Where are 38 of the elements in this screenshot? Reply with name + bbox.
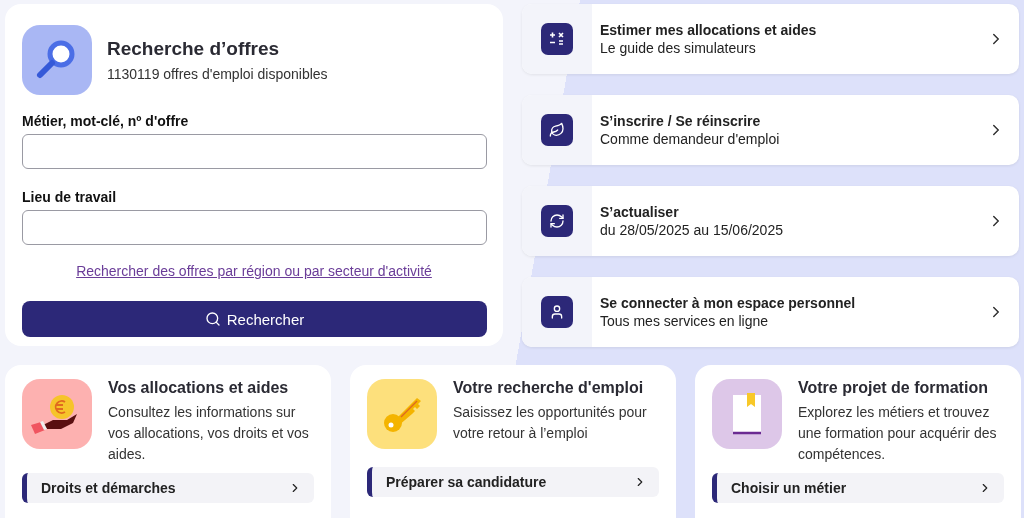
shortcut-title: S’actualiser xyxy=(600,204,680,220)
shortcut-subtitle: du 28/05/2025 au 15/06/2025 xyxy=(600,222,784,238)
shortcut-title: Se connecter à mon espace personnel xyxy=(600,295,857,311)
book-icon xyxy=(712,379,782,449)
calculator-icon xyxy=(549,31,565,47)
shortcut-subtitle: Comme demandeur d'emploi xyxy=(600,131,781,147)
shortcut-card[interactable]: S’inscrire / Se réinscrire Comme demandeur d'emploi xyxy=(522,95,1019,165)
topic-link[interactable]: Préparer sa candidature xyxy=(367,467,659,497)
shortcut-title: S’inscrire / Se réinscrire xyxy=(600,113,762,129)
key-icon xyxy=(367,379,437,449)
magnifier-icon xyxy=(22,25,92,95)
topic-title: Votre recherche d'emploi xyxy=(453,379,645,397)
topic-description: Explorez les métiers et trouvez une formation pour acquérir des compétences. xyxy=(798,403,998,464)
shortcut-card[interactable]: S’actualiser du 28/05/2025 au 15/06/2025 xyxy=(522,186,1019,256)
shortcut-card[interactable]: Estimer mes allocations et aides Le guide des simulateurs xyxy=(522,4,1019,74)
input-field[interactable] xyxy=(22,134,487,169)
topic-link[interactable]: Droits et démarches xyxy=(22,473,314,503)
field-label: Métier, mot-clé, nº d'offre xyxy=(22,113,190,129)
shortcut-title: Estimer mes allocations et aides xyxy=(600,22,818,38)
search-button[interactable]: Rechercher xyxy=(22,301,487,337)
topic-title: Votre projet de formation xyxy=(798,379,989,397)
search-title: Recherche d’offres xyxy=(107,38,281,60)
topic-link[interactable]: Choisir un métier xyxy=(712,473,1004,503)
user-icon xyxy=(549,304,565,320)
coin-hand-icon xyxy=(22,379,92,449)
topic-description: Consultez les informations sur vos allocations, vos droits et vos aides. xyxy=(108,403,310,464)
shortcut-subtitle: Le guide des simulateurs xyxy=(600,40,757,56)
offers-count: 1130119 offres d'emploi disponibles xyxy=(107,66,328,82)
shortcut-subtitle: Tous mes services en ligne xyxy=(600,313,770,329)
input-field[interactable] xyxy=(22,210,487,245)
region-sector-link[interactable]: Rechercher des offres par région ou par secteur d'activité xyxy=(76,263,432,279)
search-icon xyxy=(204,311,221,327)
shortcut-card[interactable]: Se connecter à mon espace personnel Tous mes services en ligne xyxy=(522,277,1019,347)
topic-description: Saisissez les opportunités pour votre retour à l’emploi xyxy=(453,403,648,443)
leaf-icon xyxy=(549,122,565,138)
topic-title: Vos allocations et aides xyxy=(108,379,290,397)
refresh-icon xyxy=(549,213,565,229)
field-label: Lieu de travail xyxy=(22,189,118,205)
